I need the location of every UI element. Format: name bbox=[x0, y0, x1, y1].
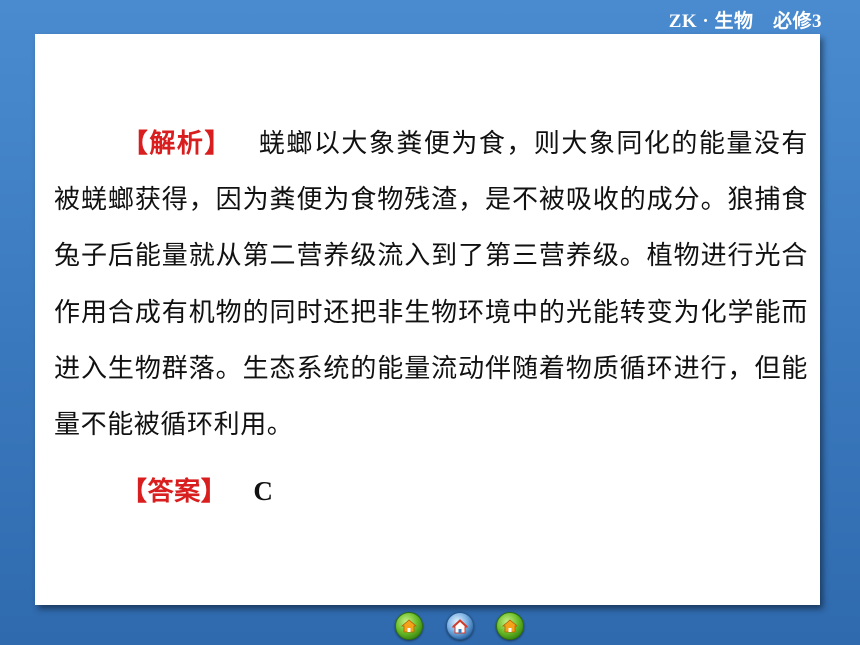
answer-tag: 【答案】 bbox=[121, 477, 228, 508]
next-button[interactable] bbox=[496, 612, 524, 640]
navigation-bar bbox=[393, 612, 533, 642]
content-panel: 【解析】 蜣螂以大象粪便为食，则大象同化的能量没有被蜣螂获得，因为粪便为食物残渣，… bbox=[35, 34, 820, 605]
content-text-block: 【解析】 蜣螂以大象粪便为食，则大象同化的能量没有被蜣螂获得，因为粪便为食物残渣，… bbox=[54, 116, 808, 520]
course-label: ZK · 生物 必修3 bbox=[668, 11, 822, 32]
globe-home-icon bbox=[446, 612, 474, 640]
house-forward-icon bbox=[496, 612, 524, 640]
analysis-paragraph: 【解析】 蜣螂以大象粪便为食，则大象同化的能量没有被蜣螂获得，因为粪便为食物残渣，… bbox=[54, 116, 808, 453]
analysis-text: 蜣螂以大象粪便为食，则大象同化的能量没有被蜣螂获得，因为粪便为食物残渣，是不被吸… bbox=[54, 129, 808, 441]
house-back-icon bbox=[395, 612, 423, 640]
analysis-tag: 【解析】 bbox=[121, 129, 232, 159]
answer-value: C bbox=[253, 476, 274, 507]
answer-paragraph: 【答案】 C bbox=[54, 463, 808, 520]
home-button[interactable] bbox=[446, 612, 474, 640]
prev-button[interactable] bbox=[395, 612, 423, 640]
header-bar: ZK · 生物 必修3 bbox=[0, 0, 860, 34]
